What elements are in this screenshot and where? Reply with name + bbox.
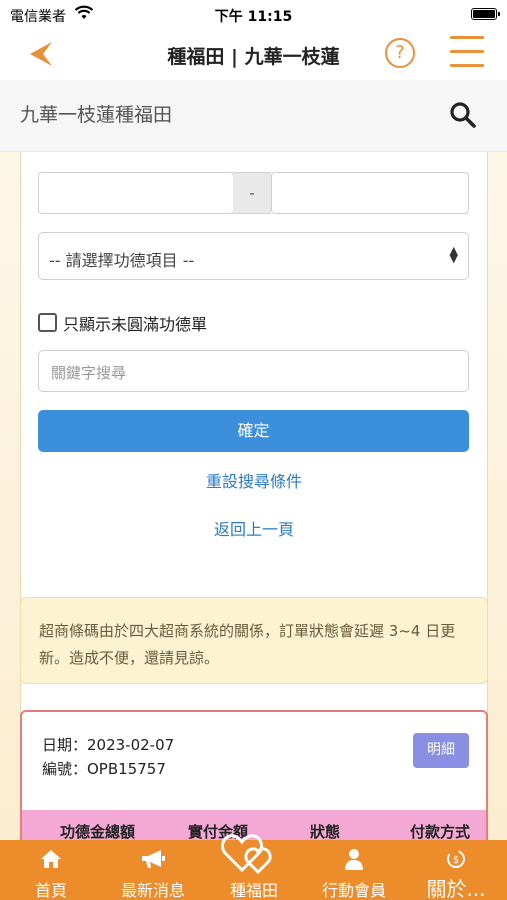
tab-label: 種福田	[229, 881, 278, 900]
home-icon	[41, 850, 61, 868]
tab-label: 行動會員	[321, 881, 386, 900]
merit-item-select[interactable]: -- 請選擇功德項目 -- ▲ ▼	[38, 232, 469, 280]
hearts-icon[interactable]	[220, 830, 280, 874]
content-area[interactable]: - -- 請選擇功德項目 -- ▲ ▼ 只顯示未圓滿功德單 關鍵字搜尋 確定 重設…	[0, 152, 507, 840]
tab-label: 最新消息	[120, 881, 185, 900]
search-field[interactable]: 九華一枝蓮種福田	[20, 100, 172, 127]
amount-range-group: -	[38, 172, 469, 214]
keyword-placeholder: 關鍵字搜尋	[51, 364, 127, 382]
range-separator: -	[233, 172, 271, 214]
checkbox-label: 只顯示未圓滿功德單	[63, 315, 208, 334]
tab-about[interactable]: $ 關於...	[412, 840, 500, 900]
column-header: 狀態	[310, 823, 341, 840]
select-value: -- 請選擇功德項目 --	[49, 251, 195, 270]
detail-button[interactable]: 明細	[413, 733, 469, 768]
page-title: 種福田 | 九華一枝蓮	[167, 46, 340, 68]
column-header: 付款方式	[410, 823, 471, 840]
tab-home[interactable]: 首頁	[15, 840, 87, 900]
clock: 下午 11:15	[214, 9, 293, 25]
order-card: 日期：2023-02-07 編號：OPB15757 明細 功德金總額 實付金額 …	[20, 710, 488, 840]
status-bar: 電信業者 下午 11:15	[0, 0, 507, 28]
person-icon	[345, 849, 363, 870]
back-link[interactable]: 返回上一頁	[20, 516, 488, 540]
select-chevron-icon: ▲ ▼	[449, 244, 458, 265]
svg-text:$: $	[453, 855, 459, 866]
notice-box: 超商條碼由於四大超商系統的關係，訂單狀態會延遲 3~4 日更新。造成不便，還請見…	[20, 597, 488, 684]
order-date: 日期：2023-02-07	[42, 736, 175, 754]
range-end-input[interactable]	[271, 172, 469, 214]
column-header: 功德金總額	[60, 823, 136, 840]
incomplete-only-checkbox[interactable]	[38, 313, 57, 332]
nav-bar: 種福田 | 九華一枝蓮 ?	[0, 28, 507, 80]
order-number: 編號：OPB15757	[42, 760, 166, 778]
range-start-input[interactable]	[38, 172, 234, 214]
confirm-button[interactable]: 確定	[38, 410, 469, 452]
notice-text: 超商條碼由於四大超商系統的關係，訂單狀態會延遲 3~4 日更新。造成不便，還請見…	[39, 622, 456, 667]
reset-search-link[interactable]: 重設搜尋條件	[20, 468, 488, 492]
help-icon[interactable]: ?	[385, 38, 415, 68]
tab-news[interactable]: 最新消息	[106, 840, 200, 900]
search-icon[interactable]	[449, 101, 477, 129]
hamburger-menu-icon[interactable]	[450, 36, 484, 68]
tab-label: 關於...	[426, 877, 486, 900]
megaphone-icon	[142, 850, 165, 868]
tab-label: 首頁	[34, 881, 67, 900]
search-bar[interactable]: 九華一枝蓮種福田	[0, 80, 507, 152]
about-icon: $	[447, 850, 465, 868]
keyword-search-input[interactable]: 關鍵字搜尋	[38, 350, 469, 392]
battery-icon	[471, 8, 500, 20]
tab-member[interactable]: 行動會員	[308, 840, 400, 900]
